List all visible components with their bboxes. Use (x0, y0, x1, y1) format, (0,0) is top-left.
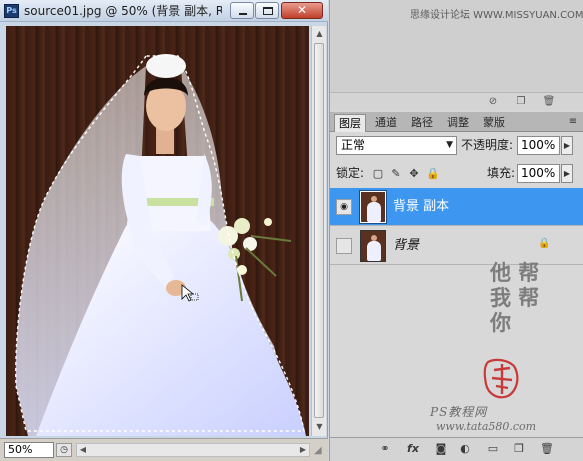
horizontal-scrollbar[interactable]: ◀ ▶ (76, 443, 310, 457)
upper-panel-footer: ⊘ ❐ 🗑 (330, 92, 583, 110)
lock-label: 锁定: (336, 166, 365, 180)
lock-transparency-icon[interactable]: ▢ (372, 168, 384, 180)
maximize-icon (263, 7, 273, 15)
document-title-bar[interactable]: Ps source01.jpg @ 50% (背景 副本, R... ✕ (0, 0, 328, 22)
group-icon[interactable]: ▭ (486, 442, 500, 456)
layers-panel: 正常 ▼ 不透明度: 100% ▶ 锁定: ▢ ✎ ✥ 🔒 填充: 100% ▶… (330, 132, 583, 437)
layer-name[interactable]: 背景 副本 (393, 198, 449, 216)
zoom-level-field[interactable]: 50% (4, 442, 54, 458)
document-title: source01.jpg @ 50% (背景 副本, R... (24, 4, 222, 18)
tab-masks[interactable]: 蒙版 (478, 114, 510, 132)
credit-url-watermark: www.tata580.com (436, 420, 537, 433)
eye-hidden-icon[interactable] (336, 238, 352, 254)
opacity-stepper-icon[interactable]: ▶ (561, 136, 573, 155)
trash-icon[interactable]: 🗑 (542, 95, 556, 109)
resize-grip-icon[interactable]: ◢ (314, 445, 326, 457)
status-bar: 50% ◷ ◀ ▶ ◢ (0, 438, 328, 461)
photoshop-window: Ps source01.jpg @ 50% (背景 副本, R... ✕ ▲ ▼… (0, 0, 583, 461)
close-button[interactable]: ✕ (281, 2, 323, 19)
minimize-icon (239, 13, 247, 15)
photoshop-app-icon: Ps (4, 4, 19, 18)
lock-image-icon[interactable]: ✎ (390, 168, 402, 180)
site-watermark: 思缘设计论坛 WWW.MISSYUAN.COM (410, 10, 583, 21)
no-entry-icon[interactable]: ⊘ (486, 95, 500, 109)
vertical-scroll-thumb[interactable] (314, 43, 324, 418)
credit-watermark: PS教程网 (430, 405, 488, 419)
document-window: Ps source01.jpg @ 50% (背景 副本, R... ✕ ▲ ▼… (0, 0, 328, 461)
hair-flower (146, 54, 186, 78)
adjustment-icon[interactable]: ◐ (458, 442, 472, 456)
vertical-scrollbar[interactable]: ▲ ▼ (311, 26, 326, 436)
eye-icon[interactable]: ◉ (336, 199, 352, 215)
blend-mode-select[interactable]: 正常 ▼ (336, 136, 457, 155)
status-menu-icon[interactable]: ◷ (56, 443, 72, 457)
calligraphy-watermark: 他 帮 我 帮 你 (490, 260, 540, 335)
layers-panel-footer: ⚭ fx ◙ ◐ ▭ ❐ 🗑 (330, 437, 583, 461)
layer-thumbnail (359, 190, 387, 224)
opacity-label: 不透明度: (461, 138, 514, 152)
lock-position-icon[interactable]: ✥ (408, 168, 420, 180)
lock-all-icon[interactable]: 🔒 (426, 168, 440, 180)
panel-menu-icon[interactable]: ≡ (566, 115, 580, 129)
blend-mode-value: 正常 (341, 138, 366, 152)
mask-icon[interactable]: ◙ (434, 442, 448, 456)
upper-panel: 思缘设计论坛 WWW.MISSYUAN.COM ⊘ ❐ 🗑 (330, 0, 583, 110)
link-icon[interactable]: ⚭ (378, 442, 392, 456)
new-item-icon[interactable]: ❐ (514, 95, 528, 109)
right-panel-dock: 思缘设计论坛 WWW.MISSYUAN.COM ⊘ ❐ 🗑 图层 通道 路径 调… (329, 0, 583, 461)
lock-icon: 🔒 (538, 238, 551, 249)
new-layer-icon[interactable]: ❐ (512, 442, 526, 456)
layer-name[interactable]: 背景 (393, 237, 419, 255)
tab-adjustments[interactable]: 调整 (442, 114, 474, 132)
close-icon: ✕ (296, 3, 308, 17)
maximize-button[interactable] (255, 2, 279, 19)
tab-paths[interactable]: 路径 (406, 114, 438, 132)
tab-layers[interactable]: 图层 (334, 114, 366, 132)
fill-stepper-icon[interactable]: ▶ (561, 164, 573, 183)
scroll-up-icon[interactable]: ▲ (313, 27, 326, 41)
layers-panel-tabs: 图层 通道 路径 调整 蒙版 ≡ (330, 112, 583, 132)
scroll-right-icon[interactable]: ▶ (297, 444, 309, 456)
chevron-down-icon: ▼ (446, 140, 453, 150)
layer-thumbnail (360, 230, 386, 262)
layer-row-background[interactable]: 背景 🔒 (330, 227, 583, 265)
bride-photo (15, 54, 306, 436)
scroll-down-icon[interactable]: ▼ (313, 420, 326, 434)
fill-label: 填充: (487, 166, 516, 180)
image-canvas[interactable] (6, 26, 309, 436)
scroll-left-icon[interactable]: ◀ (77, 444, 89, 456)
fill-field[interactable]: 100% (517, 164, 560, 183)
red-seal-stamp (483, 358, 519, 399)
trash-icon[interactable]: 🗑 (540, 442, 554, 456)
minimize-button[interactable] (230, 2, 254, 19)
fx-icon[interactable]: fx (406, 442, 420, 456)
tab-channels[interactable]: 通道 (370, 114, 402, 132)
opacity-field[interactable]: 100% (517, 136, 560, 155)
layer-row-background-copy[interactable]: ◉ 背景 副本 (330, 188, 583, 226)
